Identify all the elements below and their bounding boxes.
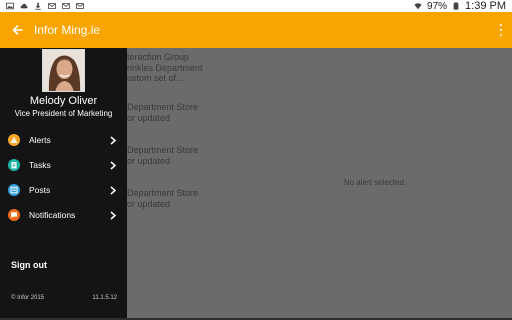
chevron-right-icon xyxy=(109,210,117,220)
nav-item-label: Notifications xyxy=(29,210,76,220)
image-icon xyxy=(6,2,14,10)
nav-item-label: Tasks xyxy=(29,160,51,170)
back-button[interactable] xyxy=(2,12,32,48)
warning-icon xyxy=(8,134,20,146)
mail-icon xyxy=(76,3,84,9)
detail-empty-message: No alert selected. xyxy=(343,178,407,187)
profile-photo xyxy=(43,50,84,91)
clipboard-icon xyxy=(8,159,20,171)
list-item[interactable]: Department Store or updated xyxy=(127,188,198,209)
list-item[interactable]: teraction Group rinkles Department ustom… xyxy=(127,52,203,84)
cloud-upload-icon xyxy=(20,3,28,9)
wifi-icon xyxy=(414,3,422,10)
nav-item-notifications[interactable]: Notifications xyxy=(0,204,127,226)
status-system-icons: 97% 1:39 PM xyxy=(414,0,506,12)
copyright: © Infor 2015 xyxy=(11,295,45,301)
nav-item-alerts[interactable]: Alerts xyxy=(0,129,127,151)
mail-icon xyxy=(48,3,56,9)
nav-item-tasks[interactable]: Tasks xyxy=(0,154,127,176)
mail-icon xyxy=(62,3,70,9)
navigation-drawer: Melody Oliver Vice President of Marketin… xyxy=(0,48,127,320)
version-number: 11.1.5.12 xyxy=(92,295,117,301)
chevron-right-icon xyxy=(109,160,117,170)
app-bar: Infor Ming.le xyxy=(0,12,512,48)
chevron-right-icon xyxy=(109,135,117,145)
app-title: Infor Ming.le xyxy=(34,23,101,37)
status-bar: 97% 1:39 PM xyxy=(0,0,512,12)
battery-icon xyxy=(453,2,459,10)
nav-item-label: Alerts xyxy=(29,135,51,145)
clock: 1:39 PM xyxy=(465,0,506,12)
sign-out-button[interactable]: Sign out xyxy=(11,260,47,270)
list-item[interactable]: Department Store or updated xyxy=(127,145,198,166)
overflow-menu-button[interactable] xyxy=(496,22,506,38)
battery-percent: 97% xyxy=(427,0,448,12)
status-notification-icons xyxy=(6,2,84,10)
avatar[interactable] xyxy=(42,49,85,92)
profile-name: Melody Oliver xyxy=(29,95,98,107)
posts-icon xyxy=(8,184,20,196)
dot xyxy=(499,24,503,27)
dot xyxy=(499,28,503,32)
nav-item-label: Posts xyxy=(29,185,51,195)
arrow-left-icon xyxy=(12,25,23,35)
chevron-right-icon xyxy=(109,185,117,195)
list-item[interactable]: Department Store or updated xyxy=(127,102,198,123)
dot xyxy=(499,33,503,36)
profile-title: Vice President of Marketing xyxy=(14,109,113,118)
chat-bubble-icon xyxy=(8,209,20,221)
download-icon xyxy=(35,2,41,10)
nav-item-posts[interactable]: Posts xyxy=(0,179,127,201)
